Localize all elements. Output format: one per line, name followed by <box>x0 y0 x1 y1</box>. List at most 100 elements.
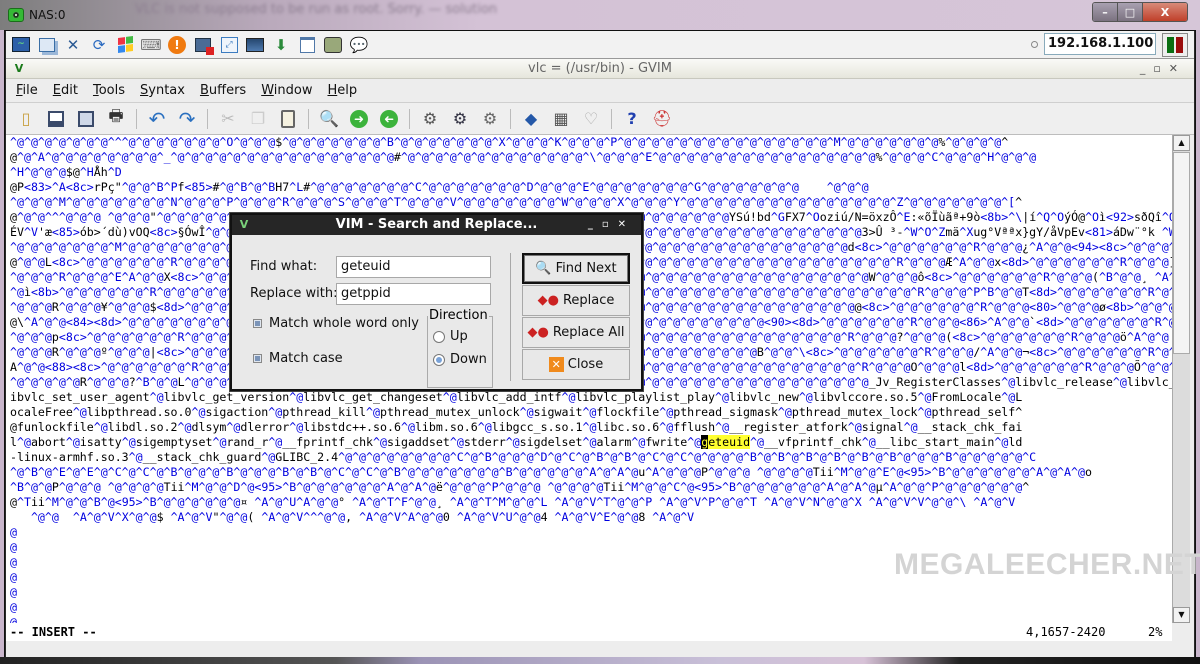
undo-icon[interactable]: ↶ <box>145 107 169 131</box>
menu-help[interactable]: Help <box>327 83 357 98</box>
menu-syntax[interactable]: Syntax <box>140 83 185 98</box>
menu-buffers[interactable]: Buffers <box>200 83 246 98</box>
windows-icon[interactable] <box>36 34 58 56</box>
menu-help-label: elp <box>337 83 358 98</box>
fullscreen-icon[interactable]: ⤢ <box>218 34 240 56</box>
outer-window-title: NAS:0 <box>0 0 98 30</box>
disconnect-icon[interactable] <box>192 34 214 56</box>
menu-tools[interactable]: Tools <box>93 83 125 98</box>
text-cursor: g <box>701 435 709 449</box>
minimize-button[interactable]: – <box>1093 3 1118 21</box>
direction-down-radio[interactable] <box>433 354 445 366</box>
menu-edit[interactable]: Edit <box>53 83 78 98</box>
close-icon: X <box>1160 5 1170 19</box>
menu-window[interactable]: Window <box>261 83 312 98</box>
editor-line: @^Tii^M^@^@^B^@<95>^B^@^@^@^@^@^@¤ ^A^@^… <box>10 495 1016 509</box>
find-help-icon[interactable]: ⛑ <box>650 107 674 131</box>
close-x-icon: ✕ <box>548 357 564 372</box>
save-all-icon[interactable] <box>74 107 98 131</box>
alert-icon[interactable]: ! <box>166 34 188 56</box>
scrollbar-thumb[interactable] <box>1173 152 1190 354</box>
watermark: MEGALEECHER.NET <box>894 548 1200 581</box>
keyboard-icon[interactable]: ⌨ <box>140 34 162 56</box>
menu-file-label: ile <box>22 83 38 98</box>
mode-indicator: -- INSERT -- <box>10 625 97 639</box>
scroll-up-button[interactable]: ▲ <box>1173 135 1190 151</box>
match-whole-word-checkbox[interactable] <box>253 319 262 328</box>
menu-edit-label: dit <box>61 83 78 98</box>
host-address-input[interactable]: 192.168.1.100 <box>1044 33 1156 55</box>
toolbar-separator <box>409 108 410 129</box>
cut-icon[interactable]: ✂ <box>216 107 240 131</box>
maximize-button[interactable]: □ <box>1118 3 1143 21</box>
match-whole-word-label: Match whole word only <box>269 316 419 331</box>
chat-icon[interactable]: 💬 <box>348 34 370 56</box>
host-field-wrap: 192.168.1.100 <box>1031 33 1156 55</box>
jump-tag-icon[interactable]: ♡ <box>579 107 603 131</box>
direction-up-radio[interactable] <box>433 331 445 343</box>
refresh-icon[interactable]: ⟳ <box>88 34 110 56</box>
scroll-down-button[interactable]: ▼ <box>1173 607 1190 623</box>
editor-line: ^B^@^@P^@^@^@ ^@^@^@^@Tii^M^@^@^D^@<95>^… <box>10 480 1030 494</box>
close-dialog-button[interactable]: ✕ Close <box>522 349 630 380</box>
menu-buffers-mnemonic: B <box>199 83 209 98</box>
dialog-titlebar: V VIM - Search and Replace... _▫✕ <box>232 215 641 235</box>
monitor-activity-icon[interactable]: ~ <box>10 34 32 56</box>
run-script-icon[interactable]: ⚙ <box>478 107 502 131</box>
new-window-icon[interactable] <box>296 34 318 56</box>
menu-file[interactable]: File <box>16 83 38 98</box>
find-what-input[interactable]: geteuid <box>336 256 491 278</box>
replace-with-label: Replace with: <box>250 286 338 301</box>
find-next-icon[interactable]: ➜ <box>347 107 371 131</box>
paste-icon[interactable] <box>276 107 300 131</box>
editor-line: -linux-armhf.so.3^@__stack_chk_guard^@GL… <box>10 450 1037 464</box>
menu-window-mnemonic: W <box>261 83 274 98</box>
save-icon[interactable] <box>44 107 68 131</box>
editor-line: ^@^@^@^M^@^@^@^@^@^@^@^N^@^@^@^P^@^@^@^R… <box>10 195 1023 209</box>
load-session-icon[interactable]: ⚙ <box>418 107 442 131</box>
print-icon[interactable]: 🖶 <box>104 106 128 131</box>
direction-up-label: Up <box>450 329 468 344</box>
editor-line: @^@^A^@^@^@^@^@^@^@^@^_^@^@^@^@^@^@^@^@^… <box>10 150 1037 164</box>
copy-icon[interactable]: ❐ <box>246 107 270 131</box>
open-icon[interactable]: ▯ <box>14 107 38 131</box>
ctags-icon[interactable]: ▦ <box>549 107 573 131</box>
save-session-icon[interactable]: ⚙ <box>448 107 472 131</box>
toolbar-separator <box>510 108 511 129</box>
menu-tools-label: ools <box>98 83 125 98</box>
scale-icon[interactable] <box>322 34 344 56</box>
monitor-icon[interactable] <box>244 34 266 56</box>
close-label: Close <box>567 357 604 372</box>
magnifier-icon: 🔍 <box>535 261 552 276</box>
editor-line: ^H^@^@^@$@^HÅh^D <box>10 165 122 179</box>
windows-logo-icon[interactable] <box>114 34 136 56</box>
transfer-icon[interactable]: ⬇ <box>270 34 292 56</box>
editor-line: @P<83>^A<8c>rPç"^@^@^B^Pf<85>#^@^B^@^BH7… <box>10 180 869 194</box>
redo-icon[interactable]: ↷ <box>175 107 199 131</box>
dialog-window-controls[interactable]: _▫✕ <box>588 215 635 235</box>
help-icon[interactable]: ? <box>620 107 644 131</box>
replace-button[interactable]: ◆● Replace <box>522 285 630 316</box>
tools-icon[interactable]: ✕ <box>62 34 84 56</box>
status-green-bar <box>1167 37 1174 53</box>
replace-all-label: Replace All <box>552 325 625 340</box>
direction-down-label: Down <box>450 352 487 367</box>
replace-all-button[interactable]: ◆● Replace All <box>522 317 630 348</box>
match-case-label: Match case <box>269 351 343 366</box>
close-button[interactable]: X <box>1143 3 1187 21</box>
vim-logo-icon: V <box>14 62 24 75</box>
gvim-window-controls[interactable]: _▫✕ <box>1140 59 1186 79</box>
menu-edit-mnemonic: E <box>52 83 61 98</box>
maximize-icon: □ <box>1124 5 1136 19</box>
make-icon[interactable]: ◆ <box>519 107 543 131</box>
find-prev-icon[interactable]: ➜ <box>377 107 401 131</box>
scroll-percent: 2% <box>1148 625 1163 639</box>
host-history-icon[interactable] <box>1031 40 1038 48</box>
find-replace-icon[interactable]: 🔍 <box>317 107 341 131</box>
outer-window-controls: – □ X <box>1092 2 1188 22</box>
vnc-eye-icon <box>8 8 24 22</box>
match-case-checkbox[interactable] <box>253 354 262 363</box>
replace-with-input[interactable]: getppid <box>336 283 491 305</box>
connection-status-indicator[interactable] <box>1162 33 1188 57</box>
find-next-button[interactable]: 🔍 Find Next <box>522 253 630 284</box>
